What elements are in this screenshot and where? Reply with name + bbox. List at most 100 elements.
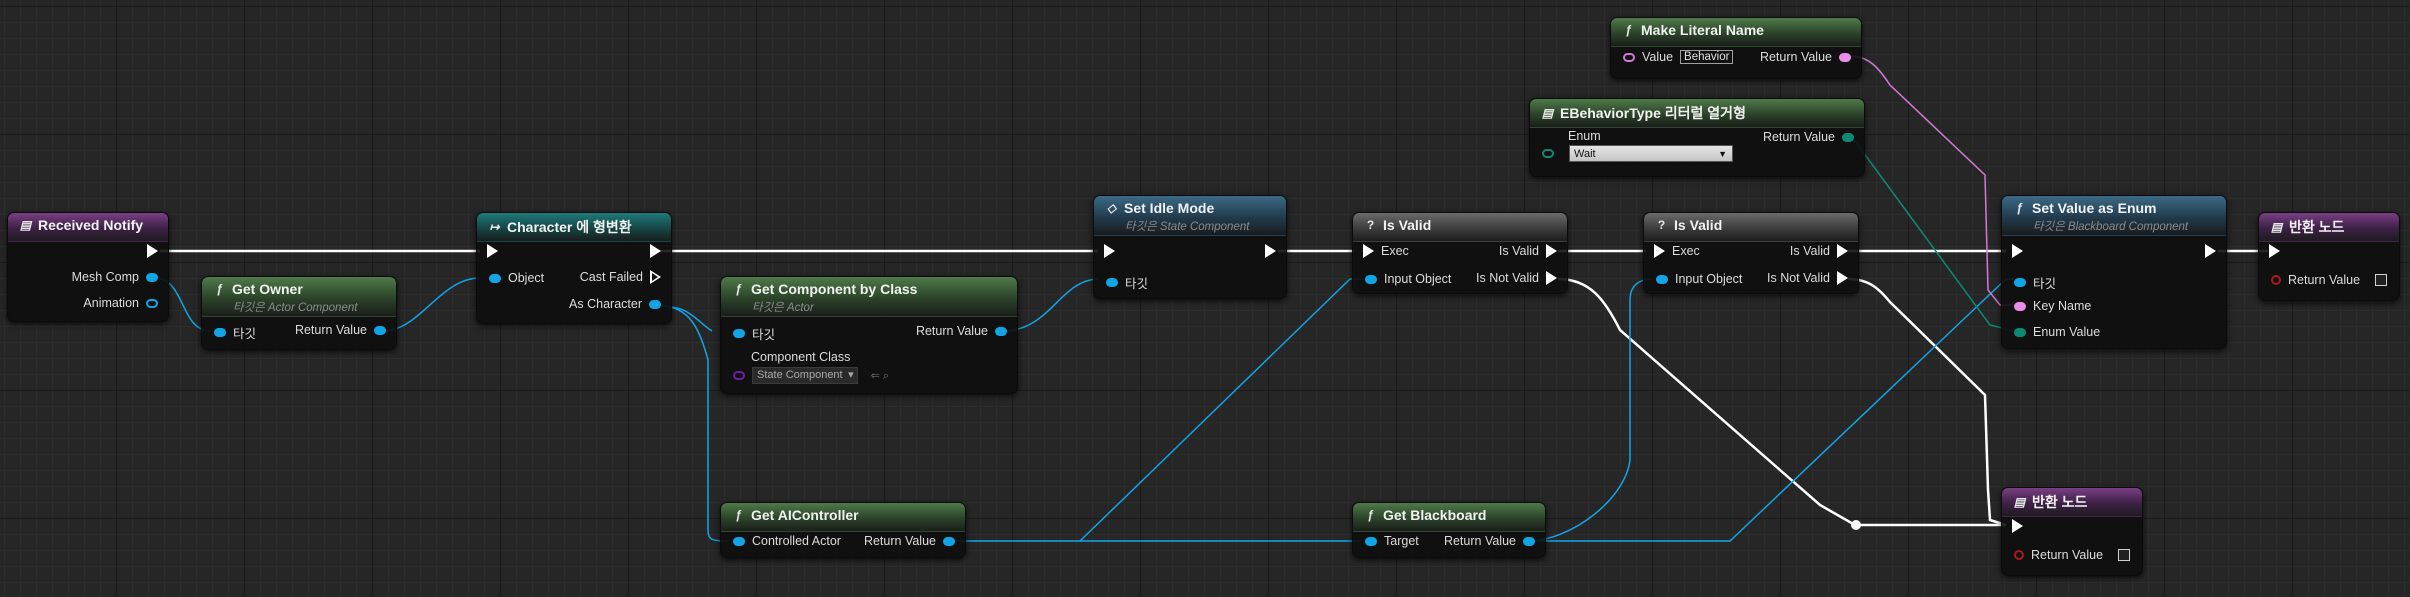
node-subtitle: 타깃은 State Component bbox=[1125, 221, 1250, 233]
is-valid-node-1[interactable]: ? Is Valid Exec Is Valid Input Object Is … bbox=[1352, 212, 1568, 294]
return-value-pin[interactable] bbox=[1839, 52, 1851, 62]
is-valid-node-2[interactable]: ? Is Valid Exec Is Valid Input Object Is … bbox=[1643, 212, 1859, 294]
exec-out-pin[interactable] bbox=[147, 244, 158, 258]
return-icon: ▤ bbox=[2270, 220, 2283, 234]
get-aicontroller-node[interactable]: ƒ Get AIController Controlled Actor Retur… bbox=[720, 502, 966, 558]
pin-label: Return Value bbox=[294, 323, 367, 337]
ebehaviortype-literal-enum-node[interactable]: ▤ EBehaviorType 리터럴 열거형 Enum Wait Return … bbox=[1529, 98, 1865, 177]
controlled-actor-pin[interactable] bbox=[733, 536, 745, 546]
function-icon: ƒ bbox=[735, 282, 742, 296]
as-character-pin[interactable] bbox=[649, 299, 661, 309]
diamond-icon: ◇ bbox=[1106, 201, 1117, 215]
name-wire bbox=[1849, 55, 2014, 306]
node-title: Get AIController bbox=[751, 507, 859, 523]
cast-failed-pin[interactable] bbox=[650, 270, 661, 284]
return-node-1[interactable]: ▤ 반환 노드 Return Value bbox=[2258, 212, 2400, 301]
exec-out-pin[interactable] bbox=[1265, 244, 1276, 258]
input-object-pin[interactable] bbox=[1365, 274, 1377, 284]
is-valid-pin[interactable] bbox=[1546, 244, 1557, 258]
value-pin[interactable] bbox=[1623, 52, 1635, 62]
function-icon: ƒ bbox=[2016, 201, 2023, 215]
is-not-valid-pin[interactable] bbox=[1546, 271, 1557, 285]
pin-label: Is Valid bbox=[1498, 244, 1539, 258]
node-title: EBehaviorType 리터럴 열거형 bbox=[1560, 105, 1746, 121]
set-value-as-enum-node[interactable]: ƒ Set Value as Enum 타깃은 Blackboard Compone… bbox=[2001, 195, 2227, 349]
node-title: Get Owner bbox=[232, 281, 303, 297]
object-pin[interactable] bbox=[489, 273, 501, 283]
return-value-pin[interactable] bbox=[2014, 550, 2024, 560]
target-pin[interactable] bbox=[1106, 278, 1118, 287]
object-wire bbox=[1527, 278, 1653, 542]
pin-label: Cast Failed bbox=[579, 270, 643, 284]
pin-label: Exec bbox=[1672, 244, 1700, 258]
object-wire bbox=[659, 305, 729, 542]
cast-icon: ↦ bbox=[489, 220, 500, 234]
return-value-pin[interactable] bbox=[2271, 275, 2281, 285]
return-value-pin[interactable] bbox=[374, 325, 386, 335]
enum-dropdown[interactable]: Wait bbox=[1569, 145, 1733, 163]
blueprint-graph-canvas[interactable]: ▤ Received Notify Mesh Comp Animation ƒ Ge… bbox=[0, 0, 2410, 597]
enum-value-pin[interactable] bbox=[2014, 327, 2026, 337]
return-value-pin[interactable] bbox=[1523, 536, 1535, 546]
node-title: 반환 노드 bbox=[2032, 494, 2088, 510]
pin-label: Return Value bbox=[1759, 50, 1832, 64]
pin-label: 타깃 bbox=[752, 328, 776, 342]
pin-label: Component Class bbox=[751, 350, 851, 364]
reroute-node[interactable] bbox=[1851, 520, 1861, 530]
exec-in-pin[interactable] bbox=[1363, 244, 1374, 258]
pin-label: Return Value bbox=[2288, 273, 2361, 287]
pin-label: Input Object bbox=[1675, 272, 1743, 286]
return-value-checkbox[interactable] bbox=[2118, 549, 2131, 561]
exec-out-pin[interactable] bbox=[2205, 244, 2216, 258]
exec-in-pin[interactable] bbox=[2012, 519, 2023, 533]
pin-label: Object bbox=[508, 271, 545, 285]
exec-in-pin[interactable] bbox=[1654, 244, 1665, 258]
key-name-pin[interactable] bbox=[2014, 301, 2026, 311]
received-notify-node[interactable]: ▤ Received Notify Mesh Comp Animation bbox=[7, 212, 169, 322]
mesh-comp-pin[interactable] bbox=[146, 272, 158, 282]
function-icon: ƒ bbox=[1625, 23, 1632, 37]
pin-label: Animation bbox=[83, 296, 139, 310]
pin-label: 타깃 bbox=[233, 327, 257, 341]
return-node-2[interactable]: ▤ 반환 노드 Return Value bbox=[2001, 487, 2143, 576]
browse-use-icons[interactable]: ⇐ ⌕ bbox=[871, 369, 889, 383]
input-object-pin[interactable] bbox=[1656, 274, 1668, 284]
target-pin[interactable] bbox=[1365, 536, 1377, 546]
pin-label: Enum bbox=[1568, 129, 1601, 143]
object-wire bbox=[1079, 278, 1363, 542]
component-class-pin[interactable] bbox=[733, 371, 745, 380]
pin-label: Is Not Valid bbox=[1767, 271, 1830, 285]
animation-pin[interactable] bbox=[146, 298, 158, 308]
set-idle-mode-node[interactable]: ◇ Set Idle Mode 타깃은 State Component 타깃 bbox=[1093, 195, 1287, 299]
pin-label: 타깃 bbox=[1125, 277, 1149, 291]
get-owner-node[interactable]: ƒ Get Owner 타깃은 Actor Component 타깃 Return … bbox=[201, 276, 397, 350]
component-class-dropdown[interactable]: State Component bbox=[752, 367, 858, 384]
return-value-pin[interactable] bbox=[1842, 132, 1854, 142]
node-title: Get Component by Class bbox=[751, 281, 918, 297]
target-pin[interactable] bbox=[214, 328, 226, 337]
exec-in-pin[interactable] bbox=[1104, 244, 1115, 258]
exec-out-pin[interactable] bbox=[650, 244, 661, 258]
target-pin[interactable] bbox=[733, 329, 745, 338]
node-title: Is Valid bbox=[1383, 217, 1432, 233]
object-wire bbox=[1528, 278, 2014, 542]
exec-in-pin[interactable] bbox=[2012, 244, 2023, 258]
enum-wire bbox=[1851, 136, 2015, 332]
node-title: Set Value as Enum bbox=[2032, 200, 2157, 216]
get-blackboard-node[interactable]: ƒ Get Blackboard Target Return Value bbox=[1352, 502, 1546, 558]
return-value-pin[interactable] bbox=[995, 326, 1007, 336]
value-textbox[interactable]: Behavior bbox=[1680, 50, 1734, 64]
is-valid-pin[interactable] bbox=[1837, 244, 1848, 258]
make-literal-name-node[interactable]: ƒ Make Literal Name Value Behavior Return … bbox=[1610, 17, 1862, 79]
exec-in-pin[interactable] bbox=[2269, 244, 2280, 258]
exec-wire bbox=[1557, 277, 2006, 527]
pin-label: Return Value bbox=[1762, 130, 1835, 144]
is-not-valid-pin[interactable] bbox=[1837, 271, 1848, 285]
return-value-pin[interactable] bbox=[943, 536, 955, 546]
get-component-by-class-node[interactable]: ƒ Get Component by Class 타깃은 Actor 타깃 Retu… bbox=[720, 276, 1018, 394]
target-pin[interactable] bbox=[2014, 278, 2026, 287]
cast-to-character-node[interactable]: ↦ Character 에 형변환 Object Cast Failed As C… bbox=[476, 212, 672, 324]
return-value-checkbox[interactable] bbox=[2375, 274, 2388, 286]
enum-pin[interactable] bbox=[1542, 149, 1554, 158]
exec-in-pin[interactable] bbox=[487, 244, 498, 258]
